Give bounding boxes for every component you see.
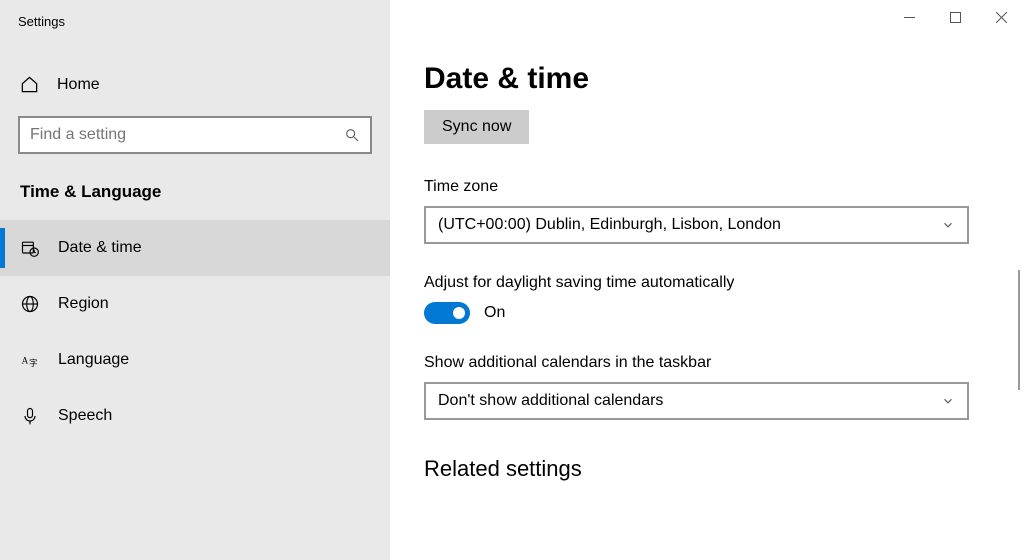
main-content: Date & time Sync now Time zone (UTC+00:0… xyxy=(390,0,1024,560)
search-icon xyxy=(344,127,360,143)
home-label: Home xyxy=(57,76,100,94)
sidebar-item-label: Language xyxy=(58,351,129,369)
sidebar-item-speech[interactable]: Speech xyxy=(0,388,390,444)
chevron-down-icon xyxy=(941,218,955,232)
sidebar-item-label: Date & time xyxy=(58,239,142,257)
maximize-button[interactable] xyxy=(932,2,978,32)
sidebar-item-region[interactable]: Region xyxy=(0,276,390,332)
calendars-value: Don't show additional calendars xyxy=(438,392,941,410)
timezone-value: (UTC+00:00) Dublin, Edinburgh, Lisbon, L… xyxy=(438,216,941,234)
dst-label: Adjust for daylight saving time automati… xyxy=(424,274,990,292)
home-nav[interactable]: Home xyxy=(0,65,390,104)
minimize-button[interactable] xyxy=(886,2,932,32)
globe-icon xyxy=(20,294,40,314)
microphone-icon xyxy=(20,406,40,426)
search-box[interactable] xyxy=(18,116,372,154)
sidebar-item-label: Region xyxy=(58,295,109,313)
dst-toggle-state: On xyxy=(484,304,505,322)
search-container xyxy=(18,116,372,154)
sidebar-item-label: Speech xyxy=(58,407,112,425)
sidebar-item-date-time[interactable]: Date & time xyxy=(0,220,390,276)
calendar-clock-icon xyxy=(20,238,40,258)
related-settings-heading: Related settings xyxy=(424,456,990,482)
sync-now-button[interactable]: Sync now xyxy=(424,110,529,144)
language-icon: A字 xyxy=(20,350,40,370)
dst-toggle[interactable] xyxy=(424,302,470,324)
search-input[interactable] xyxy=(30,126,344,144)
home-icon xyxy=(20,75,39,94)
timezone-select[interactable]: (UTC+00:00) Dublin, Edinburgh, Lisbon, L… xyxy=(424,206,969,244)
calendars-label: Show additional calendars in the taskbar xyxy=(424,354,990,372)
scrollbar[interactable] xyxy=(1018,270,1020,390)
sidebar-item-language[interactable]: A字 Language xyxy=(0,332,390,388)
page-title: Date & time xyxy=(424,62,990,96)
window-controls xyxy=(886,2,1024,32)
category-heading: Time & Language xyxy=(0,172,390,220)
window-title: Settings xyxy=(0,10,390,45)
calendars-select[interactable]: Don't show additional calendars xyxy=(424,382,969,420)
sidebar: Settings Home Time & Language Date & tim… xyxy=(0,0,390,560)
svg-text:字: 字 xyxy=(29,358,37,368)
timezone-label: Time zone xyxy=(424,178,990,196)
dst-toggle-row: On xyxy=(424,302,990,324)
svg-text:A: A xyxy=(22,355,29,365)
chevron-down-icon xyxy=(941,394,955,408)
close-button[interactable] xyxy=(978,2,1024,32)
